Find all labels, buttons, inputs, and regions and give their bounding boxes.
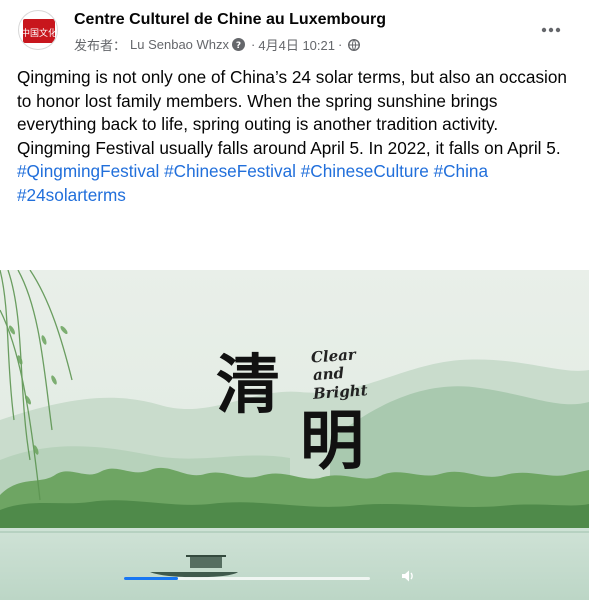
svg-text:?: ? <box>236 41 241 51</box>
hashtag-link[interactable]: #24solarterms <box>17 185 126 205</box>
globe-icon <box>348 38 361 51</box>
avatar-text: 中国文化 <box>21 27 57 39</box>
page-logo: 中国文化 <box>21 19 57 43</box>
hashtag-link[interactable]: #QingmingFestival <box>17 161 159 181</box>
video-progress-bar[interactable] <box>124 577 370 580</box>
publisher-label: 发布者： <box>74 38 127 53</box>
post-timestamp[interactable]: 4月4日 10:21 <box>258 35 335 54</box>
video-progress-fill <box>124 577 179 580</box>
question-circle-icon[interactable]: ? <box>232 38 246 51</box>
more-options-button[interactable] <box>536 16 566 44</box>
video-title-cn-2: 明 <box>300 404 364 479</box>
video-title-cn-1: 清 <box>216 348 280 423</box>
video-title-en-2: and <box>312 363 345 385</box>
meta-separator-2: · <box>337 37 343 52</box>
post-paragraph-1: Qingming is not only one of China’s 24 s… <box>17 67 567 135</box>
page-name-link[interactable]: Centre Culturel de Chine au Luxembourg <box>74 11 386 29</box>
post-paragraph-2: Qingming Festival usually falls around A… <box>17 137 561 158</box>
hashtag-link[interactable]: #ChineseFestival <box>164 161 296 181</box>
publisher-name[interactable]: Lu Senbao Whzx <box>130 37 229 52</box>
post-text: Qingming is not only one of China’s 24 s… <box>17 66 577 208</box>
video-player[interactable]: 清 明 Clear and Bright <box>0 270 589 600</box>
volume-button[interactable] <box>398 566 418 586</box>
video-frame <box>0 270 589 600</box>
post-header: 中国文化 Centre Culturel de Chine au Luxembo… <box>0 0 589 62</box>
meta-separator: · <box>251 37 256 52</box>
hashtag-link[interactable]: #China <box>434 161 488 181</box>
video-title-en-1: Clear <box>310 345 357 367</box>
volume-icon <box>402 570 413 582</box>
page-avatar[interactable]: 中国文化 <box>18 10 58 50</box>
hashtag-link[interactable]: #ChineseCulture <box>301 161 429 181</box>
more-horizontal-icon <box>541 27 561 33</box>
post-meta: 发布者： Lu Senbao Whzx ? · 4月4日 10:21 · <box>74 35 363 54</box>
hashtag-list: #QingmingFestival #ChineseFestival #Chin… <box>17 160 577 207</box>
